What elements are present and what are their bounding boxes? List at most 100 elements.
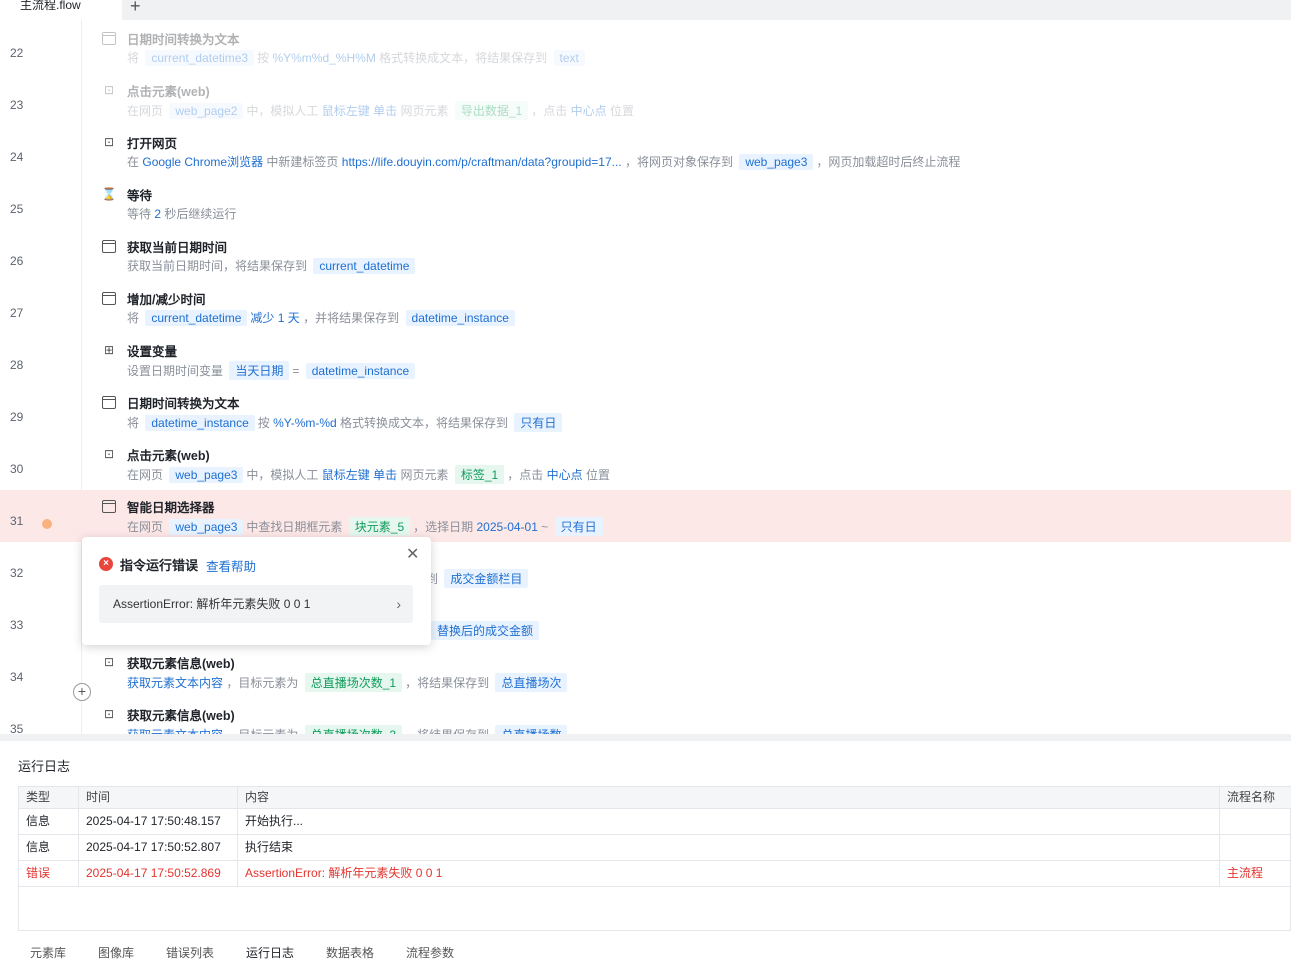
variable-chip[interactable]: 只有日	[554, 517, 603, 536]
variable-chip[interactable]: 替换后的成交金额	[431, 621, 540, 640]
param-value[interactable]: https://life.douyin.com/p/craftman/data?…	[342, 155, 622, 169]
variable-chip[interactable]: datetime_instance	[305, 363, 416, 379]
line-number[interactable]: 29	[10, 410, 23, 424]
element-chip[interactable]: 块元素_5	[348, 517, 411, 536]
param-value[interactable]: 2	[154, 207, 161, 221]
desc-text: 中，模拟人工	[246, 468, 319, 482]
step-type-icon: ⊡	[103, 655, 115, 669]
col-time[interactable]: 时间	[79, 787, 238, 808]
desc-text: 在网页	[127, 104, 164, 118]
param-value[interactable]: 1	[278, 311, 285, 325]
param-value[interactable]: %Y-%m-%d	[273, 416, 337, 430]
variable-chip[interactable]: current_datetime	[313, 258, 416, 274]
step-title: 打开网页	[127, 137, 178, 151]
variable-chip[interactable]: web_page3	[169, 519, 244, 535]
line-number[interactable]: 23	[10, 98, 23, 112]
line-number[interactable]: 27	[10, 306, 23, 320]
log-content: 执行结束	[238, 835, 1220, 860]
variable-chip[interactable]: 只有日	[514, 413, 563, 432]
variable-chip[interactable]: text	[553, 50, 585, 66]
desc-text: 获取当前日期时间，将结果保存到	[127, 259, 308, 273]
step-row[interactable]: 34 ⊡ 获取元素信息(web) 获取元素文本内容 ，目标元素为 总直播场次数_1 ，将…	[0, 646, 1291, 698]
variable-chip[interactable]: web_page2	[169, 103, 244, 119]
variable-chip[interactable]: 总直播场次	[495, 673, 568, 692]
line-number[interactable]: 31	[10, 514, 23, 528]
step-row[interactable]: 27 增加/减少时间将 current_datetime 减少 1 天 ，并将结果保…	[0, 282, 1291, 334]
step-row[interactable]: 22 日期时间转换为文本将 current_datetime3 按 %Y%m%d_%…	[0, 22, 1291, 74]
line-number[interactable]: 24	[10, 150, 23, 164]
tab-flow-params[interactable]: 流程参数	[406, 944, 454, 961]
variable-chip[interactable]: current_datetime3	[145, 50, 255, 66]
variable-chip[interactable]: web_page3	[739, 154, 814, 170]
line-number[interactable]: 25	[10, 202, 23, 216]
line-number[interactable]: 32	[10, 566, 23, 580]
tab-main-flow[interactable]: 主流程.flow	[0, 0, 122, 20]
tab-element-library[interactable]: 元素库	[30, 944, 66, 961]
line-number[interactable]: 22	[10, 46, 23, 60]
element-chip[interactable]: 导出数据_1	[454, 101, 529, 120]
variable-chip[interactable]: 成交金额栏目	[444, 569, 529, 588]
param-value[interactable]: 鼠标左键	[322, 104, 370, 118]
param-value[interactable]: 单击	[373, 468, 397, 482]
tab-run-log[interactable]: 运行日志	[246, 944, 294, 961]
variable-chip[interactable]: datetime_instance	[145, 415, 255, 431]
add-step-button[interactable]: +	[73, 683, 91, 701]
step-row[interactable]: 23 ⊡ 点击元素(web) 在网页 web_page2 中，模拟人工 鼠标左键 单击 …	[0, 74, 1291, 126]
add-tab-icon[interactable]: +	[130, 0, 141, 17]
table-row-error[interactable]: 错误 2025-04-17 17:50:52.869 AssertionErro…	[19, 861, 1291, 887]
step-type-icon: ⌛	[101, 187, 117, 201]
line-number[interactable]: 26	[10, 254, 23, 268]
line-number[interactable]: 30	[10, 462, 23, 476]
table-row[interactable]: 信息 2025-04-17 17:50:48.157 开始执行...	[19, 809, 1291, 835]
variable-chip[interactable]: 总直播场数	[495, 725, 568, 734]
popup-title: 指令运行错误	[120, 558, 199, 573]
param-value[interactable]: 2025-04-01	[477, 520, 538, 534]
breakpoint-icon[interactable]	[42, 519, 52, 529]
element-chip[interactable]: 总直播场次数_2	[304, 725, 403, 734]
col-type[interactable]: 类型	[19, 787, 79, 808]
param-value[interactable]: 中心点	[547, 468, 583, 482]
panel-splitter[interactable]	[0, 734, 1291, 741]
col-flow-name[interactable]: 流程名称	[1220, 787, 1291, 808]
step-row[interactable]: 24 ⊡ 打开网页在 Google Chrome浏览器 中新建标签页 https:/…	[0, 126, 1291, 178]
param-value[interactable]: 天	[288, 311, 300, 325]
step-row[interactable]: 28 ⊞ 设置变量 设置日期时间变量 当天日期 = datetime_instance	[0, 334, 1291, 386]
variable-chip[interactable]: current_datetime	[145, 310, 248, 326]
step-row[interactable]: 25 ⌛ 等待 等待 2 秒后继续运行	[0, 178, 1291, 230]
desc-text: 网页元素	[400, 468, 449, 482]
tab-error-list[interactable]: 错误列表	[166, 944, 214, 961]
element-chip[interactable]: 标签_1	[454, 465, 505, 484]
variable-chip[interactable]: 当天日期	[229, 361, 290, 380]
desc-text: 设置日期时间变量	[127, 364, 224, 378]
param-value[interactable]: 获取元素文本内容	[127, 676, 223, 690]
step-row[interactable]: 26 获取当前日期时间 获取当前日期时间，将结果保存到 current_dateti…	[0, 230, 1291, 282]
tab-data-table[interactable]: 数据表格	[326, 944, 374, 961]
step-row-error[interactable]: 31 智能日期选择器 在网页 web_page3 中查找日期框元素 块元素_5 ，选择日…	[0, 490, 1291, 542]
param-value[interactable]: 鼠标左键	[322, 468, 370, 482]
tab-image-library[interactable]: 图像库	[98, 944, 134, 961]
close-icon[interactable]: ✕	[406, 544, 419, 564]
param-value[interactable]: 单击	[373, 104, 397, 118]
step-row[interactable]: 30 ⊡ 点击元素(web) 在网页 web_page3 中，模拟人工 鼠标左键 单击 …	[0, 438, 1291, 490]
param-value[interactable]: 减少	[250, 311, 274, 325]
line-number[interactable]: 28	[10, 358, 23, 372]
error-message-box[interactable]: AssertionError: 解析年元素失败 0 0 1 ›	[99, 585, 413, 623]
step-row[interactable]: 35 ⊡ 获取元素信息(web) 获取元素文本内容 ，目标元素为 总直播场次数_2，将…	[0, 698, 1291, 734]
param-value[interactable]: Google Chrome浏览器	[142, 155, 263, 169]
param-value[interactable]: 中心点	[571, 104, 607, 118]
step-row[interactable]: 29 日期时间转换为文本将 datetime_instance 按 %Y-%m-%d…	[0, 386, 1291, 438]
param-value[interactable]: %Y%m%d_%H%M	[272, 51, 375, 65]
variable-chip[interactable]: datetime_instance	[405, 310, 515, 326]
log-flow-link[interactable]: 主流程	[1220, 861, 1291, 886]
line-number[interactable]: 33	[10, 618, 23, 632]
line-number[interactable]: 34	[10, 670, 23, 684]
desc-text: ，将结果保存到	[405, 676, 490, 690]
desc-text: 将	[127, 416, 140, 430]
element-chip[interactable]: 总直播场次数_1	[304, 673, 403, 692]
line-number[interactable]: 35	[10, 722, 23, 734]
variable-chip[interactable]: web_page3	[169, 467, 244, 483]
step-description: 在网页 web_page3 中查找日期框元素 块元素_5 ，选择日期 2025-04…	[127, 517, 606, 536]
view-help-link[interactable]: 查看帮助	[206, 556, 256, 575]
table-row[interactable]: 信息 2025-04-17 17:50:52.807 执行结束	[19, 835, 1291, 861]
col-content[interactable]: 内容	[238, 787, 1220, 808]
